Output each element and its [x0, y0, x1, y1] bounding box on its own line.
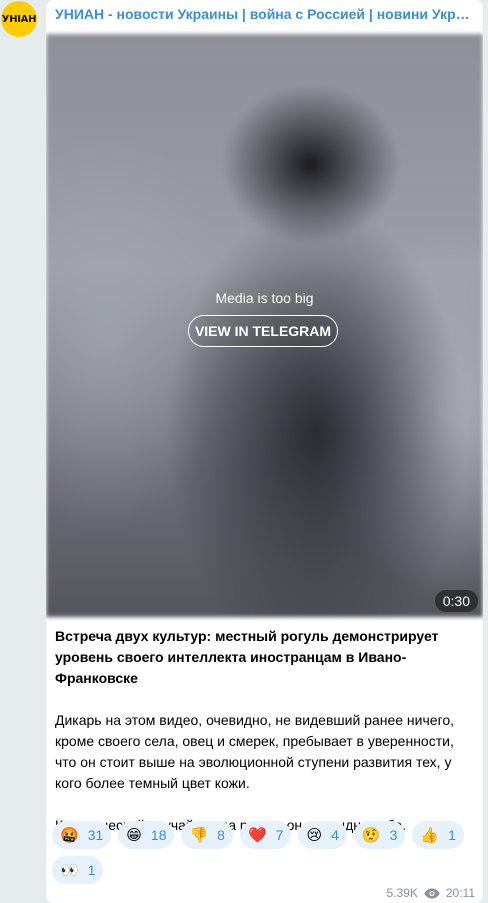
channel-title[interactable]: УНИАН - новости Украины | война с Россие…: [55, 6, 475, 22]
reaction-thumbs-up[interactable]: 👍 1: [412, 821, 464, 849]
video-duration-badge: 0:30: [434, 590, 478, 612]
reaction-count: 1: [448, 827, 456, 843]
reaction-eyes[interactable]: 👀 1: [52, 856, 104, 884]
reaction-count: 31: [87, 827, 104, 843]
reaction-count: 3: [389, 827, 398, 843]
thumbs-up-icon: 👍: [420, 826, 440, 844]
reaction-count: 4: [331, 827, 339, 843]
message-bubble: УНИАН - новости Украины | война с Россие…: [46, 0, 483, 903]
view-in-telegram-button[interactable]: VIEW IN TELEGRAM: [188, 315, 338, 347]
message-time: 20:11: [445, 886, 475, 900]
post-paragraph: Дикарь на этом видео, очевидно, не видев…: [55, 712, 455, 791]
reaction-angry[interactable]: 🤬 31: [52, 821, 112, 849]
reaction-cry[interactable]: 😢 4: [298, 821, 347, 849]
reaction-heart[interactable]: ❤️ 7: [239, 821, 292, 849]
message-meta: 5.39K 20:11: [387, 886, 476, 900]
reaction-count: 8: [217, 827, 225, 843]
eyes-icon: 👀: [60, 861, 79, 879]
reaction-raised-eyebrow[interactable]: 🤨 3: [353, 821, 406, 849]
crying-face-icon: 😢: [306, 826, 323, 844]
thumbs-down-icon: 👎: [189, 826, 209, 844]
reaction-count: 7: [275, 827, 284, 843]
post-headline: Встреча двух культур: местный рогуль дем…: [55, 628, 439, 686]
reaction-thumbs-down[interactable]: 👎 8: [181, 821, 233, 849]
eye-icon: [424, 888, 440, 898]
raised-eyebrow-face-icon: 🤨: [361, 826, 381, 844]
reactions-bar: 🤬 31 😁 18 👎 8 ❤️ 7 😢 4 🤨 3 👍 1 👀 1: [52, 821, 477, 884]
media-too-big-message: Media is too big: [215, 290, 314, 306]
angry-face-icon: 🤬: [60, 826, 79, 844]
reaction-grin[interactable]: 😁 18: [118, 821, 175, 849]
post-text: Встреча двух культур: местный рогуль дем…: [55, 626, 477, 836]
reaction-count: 18: [150, 827, 167, 843]
view-count: 5.39K: [386, 886, 418, 900]
media-overlay: Media is too big VIEW IN TELEGRAM 0:30: [46, 34, 483, 617]
grinning-face-icon: 😁: [126, 826, 142, 844]
avatar-logo-text: УНІАН: [1, 13, 37, 25]
reaction-count: 1: [87, 862, 96, 878]
channel-avatar[interactable]: УНІАН: [1, 1, 37, 37]
heart-icon: ❤️: [247, 826, 267, 844]
